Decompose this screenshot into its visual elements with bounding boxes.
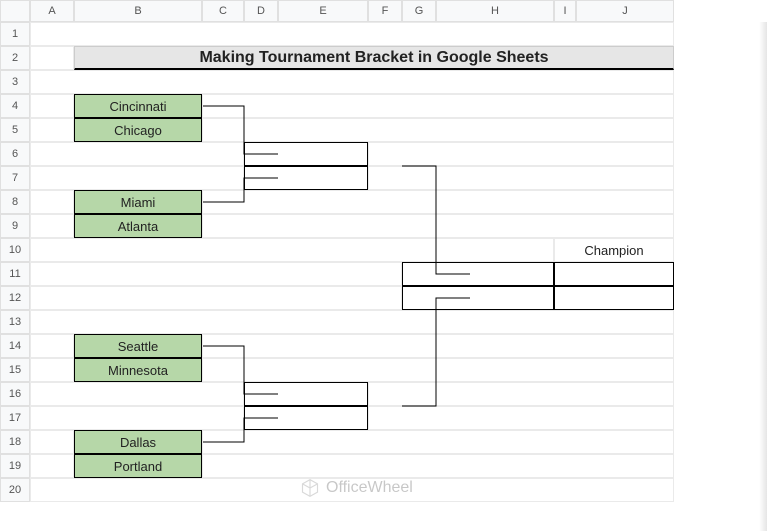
row-header-9[interactable]: 9: [0, 214, 30, 238]
row-header-18[interactable]: 18: [0, 430, 30, 454]
row-header-13[interactable]: 13: [0, 310, 30, 334]
cell-row17-left[interactable]: [30, 406, 244, 430]
col-header-a[interactable]: A: [30, 0, 74, 22]
cell-row10-left[interactable]: [30, 238, 554, 262]
col-header-e[interactable]: E: [278, 0, 368, 22]
cell-row6-right[interactable]: [368, 142, 674, 166]
team-r4b[interactable]: Portland: [74, 454, 202, 478]
col-header-g[interactable]: G: [402, 0, 436, 22]
row-header-16[interactable]: 16: [0, 382, 30, 406]
semifinal-slot-bot2[interactable]: [244, 406, 368, 430]
cell-a19[interactable]: [30, 454, 74, 478]
row-header-1[interactable]: 1: [0, 22, 30, 46]
semifinal-slot-bot[interactable]: [244, 382, 368, 406]
cell-row19-rest[interactable]: [202, 454, 674, 478]
cell-row8-rest[interactable]: [202, 190, 674, 214]
row-header-2[interactable]: 2: [0, 46, 30, 70]
row-header-10[interactable]: 10: [0, 238, 30, 262]
cell-row15-rest[interactable]: [202, 358, 674, 382]
champion-slot-a[interactable]: [554, 262, 674, 286]
cell-row16-right[interactable]: [368, 382, 674, 406]
row-header-12[interactable]: 12: [0, 286, 30, 310]
cell-row16-left[interactable]: [30, 382, 244, 406]
row-header-7[interactable]: 7: [0, 166, 30, 190]
cell-row13[interactable]: [30, 310, 674, 334]
col-header-i[interactable]: I: [554, 0, 576, 22]
final-slot-a[interactable]: [402, 262, 554, 286]
team-r3b[interactable]: Minnesota: [74, 358, 202, 382]
cell-row9-rest[interactable]: [202, 214, 674, 238]
cell-row14-rest[interactable]: [202, 334, 674, 358]
team-r2b[interactable]: Atlanta: [74, 214, 202, 238]
champion-label: Champion: [554, 238, 674, 262]
row-header-5[interactable]: 5: [0, 118, 30, 142]
col-header-f[interactable]: F: [368, 0, 402, 22]
watermark-text: OfficeWheel: [326, 479, 413, 497]
cell-a2[interactable]: [30, 46, 74, 70]
champion-slot-b[interactable]: [554, 286, 674, 310]
cell-a5[interactable]: [30, 118, 74, 142]
cell-row5-rest[interactable]: [202, 118, 674, 142]
semifinal-slot-top[interactable]: [244, 142, 368, 166]
col-header-c[interactable]: C: [202, 0, 244, 22]
select-all-corner[interactable]: [0, 0, 30, 22]
row-header-6[interactable]: 6: [0, 142, 30, 166]
cell-a15[interactable]: [30, 358, 74, 382]
col-header-d[interactable]: D: [244, 0, 278, 22]
spreadsheet-grid[interactable]: A B C D E F G H I J 1 2 Making Tournamen…: [0, 0, 767, 502]
watermark: OfficeWheel: [300, 478, 413, 498]
cell-row17-right[interactable]: [368, 406, 674, 430]
cell-row12-left[interactable]: [30, 286, 402, 310]
team-r1b[interactable]: Chicago: [74, 118, 202, 142]
col-header-j[interactable]: J: [576, 0, 674, 22]
team-r1a[interactable]: Cincinnati: [74, 94, 202, 118]
row-header-17[interactable]: 17: [0, 406, 30, 430]
cell-row7-right[interactable]: [368, 166, 674, 190]
cell-row1[interactable]: [30, 22, 674, 46]
team-r3a[interactable]: Seattle: [74, 334, 202, 358]
col-header-h[interactable]: H: [436, 0, 554, 22]
col-header-b[interactable]: B: [74, 0, 202, 22]
cell-a18[interactable]: [30, 430, 74, 454]
cell-a9[interactable]: [30, 214, 74, 238]
cell-row7-left[interactable]: [30, 166, 244, 190]
cell-row3[interactable]: [30, 70, 674, 94]
final-slot-b[interactable]: [402, 286, 554, 310]
row-header-8[interactable]: 8: [0, 190, 30, 214]
cell-a4[interactable]: [30, 94, 74, 118]
row-header-11[interactable]: 11: [0, 262, 30, 286]
row-header-3[interactable]: 3: [0, 70, 30, 94]
row-header-4[interactable]: 4: [0, 94, 30, 118]
cell-a8[interactable]: [30, 190, 74, 214]
cell-row11-left[interactable]: [30, 262, 402, 286]
row-header-20[interactable]: 20: [0, 478, 30, 502]
row-header-15[interactable]: 15: [0, 358, 30, 382]
semifinal-slot-top2[interactable]: [244, 166, 368, 190]
row-header-14[interactable]: 14: [0, 334, 30, 358]
cell-a14[interactable]: [30, 334, 74, 358]
cell-row4-rest[interactable]: [202, 94, 674, 118]
team-r4a[interactable]: Dallas: [74, 430, 202, 454]
team-r2a[interactable]: Miami: [74, 190, 202, 214]
row-header-19[interactable]: 19: [0, 454, 30, 478]
cell-row6-left[interactable]: [30, 142, 244, 166]
watermark-icon: [300, 478, 320, 498]
right-shadow: [759, 22, 767, 531]
cell-row18-rest[interactable]: [202, 430, 674, 454]
title-cell[interactable]: Making Tournament Bracket in Google Shee…: [74, 46, 674, 70]
